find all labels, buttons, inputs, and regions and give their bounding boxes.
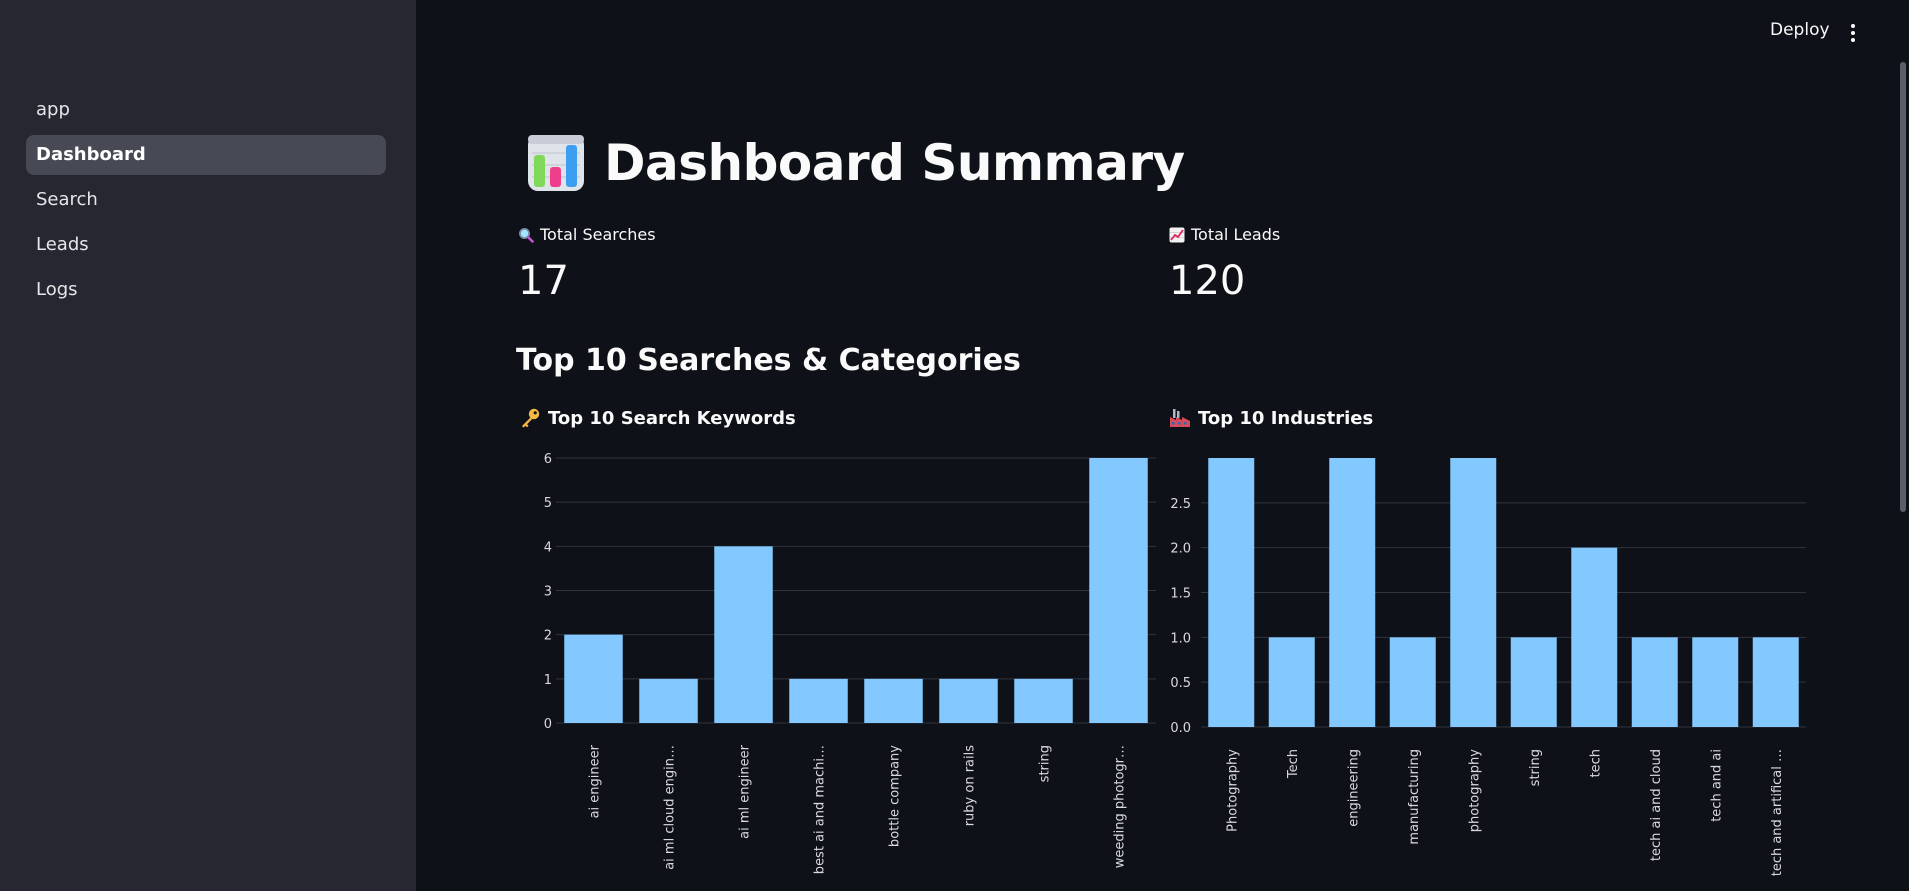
keywords-x-tick-label: ai ml cloud engin… <box>663 745 678 870</box>
metric-total-searches: Total Searches 17 <box>518 225 656 304</box>
section-heading: Top 10 Searches & Categories <box>516 343 1021 378</box>
sidebar-item-leads[interactable]: Leads <box>26 225 386 265</box>
keywords-bar[interactable] <box>714 546 773 723</box>
magnifier-icon <box>519 227 534 243</box>
sidebar-item-dashboard[interactable]: Dashboard <box>26 135 386 175</box>
keywords-bar[interactable] <box>939 678 998 723</box>
chart-increasing-icon <box>1169 227 1185 242</box>
keywords-bar[interactable] <box>789 678 848 723</box>
metric-label: Total Leads <box>1191 225 1281 244</box>
keywords-y-tick-label: 5 <box>544 496 552 511</box>
metric-label: Total Searches <box>540 225 656 244</box>
chart-title-label: Top 10 Search Keywords <box>548 407 796 429</box>
sidebar-item-logs[interactable]: Logs <box>26 270 386 310</box>
keywords-bar[interactable] <box>1014 678 1073 723</box>
industries-bar[interactable] <box>1389 637 1436 727</box>
keywords-x-tick-label: ai engineer <box>588 744 603 818</box>
industries-bar[interactable] <box>1752 637 1799 727</box>
page-title: Dashboard Summary <box>526 133 1185 193</box>
industries-y-tick-label: 1.0 <box>1170 631 1191 646</box>
bar-chart-emoji-icon <box>528 135 584 191</box>
industries-bar[interactable] <box>1692 637 1739 727</box>
sidebar-item-app[interactable]: app <box>26 90 386 130</box>
industries-bar[interactable] <box>1208 458 1255 727</box>
scrollbar-thumb[interactable] <box>1900 62 1906 512</box>
deploy-button[interactable]: Deploy <box>1770 20 1830 40</box>
industries-bar[interactable] <box>1329 458 1376 727</box>
industries-x-tick-label: Photography <box>1225 749 1240 832</box>
industries-x-tick-label: tech <box>1588 749 1603 777</box>
sidebar-item-search[interactable]: Search <box>26 180 386 220</box>
industries-chart-title: Top 10 Industries <box>1169 407 1373 429</box>
industries-x-tick-label: manufacturing <box>1407 749 1422 845</box>
keywords-x-tick-label: ai ml engineer <box>738 744 753 838</box>
industries-bar-chart: 0.0 0.5 1.0 1.5 2.0 2.5 Photography Tech enginee… <box>1170 458 1806 876</box>
industries-x-tick-label: string <box>1528 749 1543 786</box>
industries-bar[interactable] <box>1571 547 1618 727</box>
industries-y-tick-label: 1.5 <box>1170 587 1191 602</box>
main-content: Deploy Dashboard Summary Total Searches … <box>416 0 1909 891</box>
keywords-bar-chart: 0 1 2 3 4 5 6 ai engineer ai ml cloud engin… ai m… <box>544 452 1156 874</box>
industries-x-tick-label: engineering <box>1346 749 1361 827</box>
scrollbar[interactable] <box>1895 0 1909 891</box>
keywords-x-tick-label: string <box>1038 745 1053 782</box>
industries-bar[interactable] <box>1510 637 1557 727</box>
metric-total-leads: Total Leads 120 <box>1169 225 1280 304</box>
keywords-bar[interactable] <box>564 634 623 723</box>
key-icon <box>522 408 540 428</box>
industries-bar[interactable] <box>1268 637 1315 727</box>
industries-x-tick-label: tech and artifical … <box>1770 749 1785 876</box>
industries-y-tick-label: 0.5 <box>1170 676 1191 691</box>
keywords-bar[interactable] <box>1089 458 1148 723</box>
chart-title-label: Top 10 Industries <box>1198 407 1374 429</box>
metric-value: 120 <box>1169 258 1246 304</box>
sidebar-nav: app Dashboard Search Leads Logs <box>26 90 386 315</box>
industries-x-tick-label: photography <box>1467 749 1482 833</box>
keywords-bar[interactable] <box>864 678 923 723</box>
keywords-y-tick-label: 2 <box>544 629 552 644</box>
keywords-x-tick-label: ruby on rails <box>963 745 978 827</box>
keywords-y-tick-label: 4 <box>544 540 552 555</box>
industries-bar[interactable] <box>1450 458 1497 727</box>
keywords-y-tick-label: 1 <box>544 673 552 688</box>
keywords-chart-title: Top 10 Search Keywords <box>519 407 796 429</box>
keywords-y-tick-label: 6 <box>544 452 552 467</box>
factory-icon <box>1170 409 1190 427</box>
kebab-menu-icon[interactable] <box>1848 24 1858 44</box>
industries-x-tick-label: tech ai and cloud <box>1649 749 1664 861</box>
industries-x-tick-label: Tech <box>1286 749 1301 779</box>
dashboard-title: Dashboard Summary <box>604 134 1185 192</box>
industries-y-tick-label: 2.5 <box>1170 497 1191 512</box>
keywords-y-tick-label: 3 <box>544 585 552 600</box>
sidebar: app Dashboard Search Leads Logs <box>0 0 416 891</box>
keywords-bar[interactable] <box>639 678 698 723</box>
industries-y-tick-label: 2.0 <box>1170 542 1191 557</box>
keywords-y-tick-label: 0 <box>544 717 552 732</box>
industries-x-tick-label: tech and ai <box>1709 749 1724 822</box>
metric-value: 17 <box>518 258 569 304</box>
keywords-x-tick-label: bottle company <box>888 745 903 847</box>
industries-y-tick-label: 0.0 <box>1170 721 1191 736</box>
keywords-x-tick-label: best ai and machi… <box>813 745 828 874</box>
industries-bar[interactable] <box>1631 637 1678 727</box>
keywords-x-tick-label: weeding photogr… <box>1113 745 1128 868</box>
